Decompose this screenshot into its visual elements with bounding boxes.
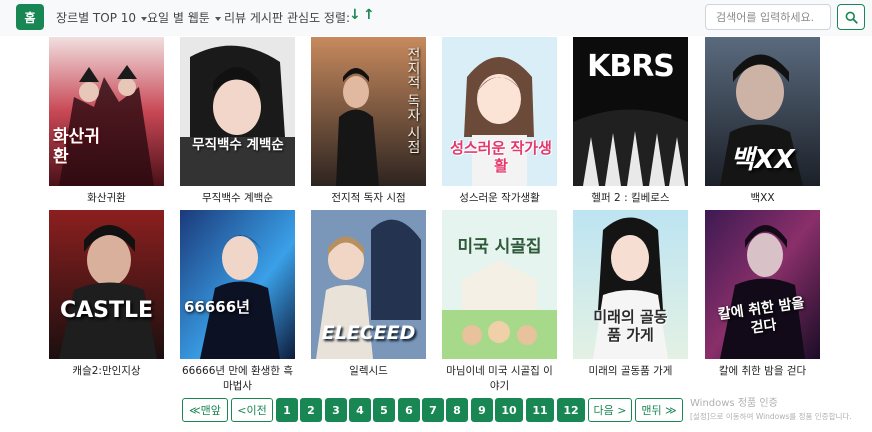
page-number-button[interactable]: 5: [373, 398, 395, 422]
webtoon-title[interactable]: 백XX: [705, 191, 820, 206]
webtoon-title[interactable]: 미래의 골동품 가게: [573, 364, 688, 379]
navbar: 홈 장르별 TOP 10 요일 별 웹툰 리뷰 게시판 관심도 정렬: ↓ ↑: [0, 0, 872, 36]
webtoon-card[interactable]: 화산귀환 화산귀환: [49, 37, 164, 206]
cover-title-text: 66666년: [184, 298, 250, 316]
cover-title-text: 전지적 독자 시점: [405, 47, 421, 154]
search-button[interactable]: [837, 4, 865, 30]
page-number-button[interactable]: 10: [495, 398, 523, 422]
webtoon-card[interactable]: 칼에 취한 밤을 걷다 칼에 취한 밤을 걷다: [705, 210, 820, 379]
cover-title-text: 미래의 골동품 가게: [593, 308, 668, 344]
webtoon-card[interactable]: CASTLE 캐슬2:만인지상: [49, 210, 164, 379]
webtoon-title[interactable]: 무직백수 계백순: [180, 191, 295, 206]
webtoon-cover[interactable]: 전지적 독자 시점: [311, 37, 426, 186]
webtoon-cover[interactable]: CASTLE: [49, 210, 164, 359]
webtoon-cover[interactable]: KBRS: [573, 37, 688, 186]
page-number-button[interactable]: 11: [526, 398, 554, 422]
webtoon-cover[interactable]: 미래의 골동품 가게: [573, 210, 688, 359]
genre-top-dropdown[interactable]: 장르별 TOP 10: [56, 9, 148, 26]
webtoon-card[interactable]: 미래의 골동품 가게 미래의 골동품 가게: [573, 210, 688, 379]
webtoon-cover[interactable]: 성스러운 작가생활: [442, 37, 557, 186]
page-first-button[interactable]: ≪맨앞: [182, 398, 228, 422]
webtoon-card[interactable]: 백XX 백XX: [705, 37, 820, 206]
webtoon-title[interactable]: 66666년 만에 환생한 흑마법사: [180, 364, 295, 394]
webtoon-cover[interactable]: 무직백수 계백순: [180, 37, 295, 186]
cover-title-text: CASTLE: [59, 298, 154, 323]
page-last-button[interactable]: 맨뒤 ≫: [635, 398, 683, 422]
cover-title-text: 성스러운 작가생활: [450, 139, 552, 175]
webtoon-title[interactable]: 화산귀환: [49, 191, 164, 206]
webtoon-cover[interactable]: 칼에 취한 밤을 걷다: [705, 210, 820, 359]
search-icon: [845, 11, 858, 24]
webtoon-cover[interactable]: 화산귀환: [49, 37, 164, 186]
sort-label: 관심도 정렬:: [287, 11, 351, 25]
page-number-button[interactable]: 2: [300, 398, 322, 422]
webtoon-title[interactable]: 일렉시드: [311, 364, 426, 379]
search-input[interactable]: [705, 4, 831, 30]
watermark-title: Windows 정품 인증: [690, 398, 778, 409]
cover-title-text: 백XX: [730, 145, 795, 175]
webtoon-title[interactable]: 헬퍼 2 : 킬베로스: [573, 191, 688, 206]
webtoon-card[interactable]: 성스러운 작가생활 성스러운 작가생활: [442, 37, 557, 206]
webtoon-card[interactable]: 66666년 66666년 만에 환생한 흑마법사: [180, 210, 295, 394]
page-number-button[interactable]: 12: [557, 398, 585, 422]
page-next-button[interactable]: 다음 >: [588, 398, 632, 422]
cover-title-text: 미국 시골집: [457, 237, 542, 257]
webtoon-title[interactable]: 성스러운 작가생활: [442, 191, 557, 206]
page-number-button[interactable]: 7: [422, 398, 444, 422]
cover-title-text: 무직백수 계백순: [192, 137, 284, 153]
cover-title-text: 화산귀환: [53, 127, 100, 167]
page-number-button[interactable]: 4: [349, 398, 371, 422]
weekday-dropdown[interactable]: 요일 별 웹툰: [147, 9, 221, 26]
webtoon-card[interactable]: KBRS 헬퍼 2 : 킬베로스: [573, 37, 688, 206]
webtoon-card[interactable]: ELECEED 일렉시드: [311, 210, 426, 379]
cover-title-text: KBRS: [587, 49, 675, 84]
webtoon-title[interactable]: 캐슬2:만인지상: [49, 364, 164, 379]
webtoon-card[interactable]: 미국 시골집 마님이네 미국 시골집 이야기: [442, 210, 557, 394]
page-number-button[interactable]: 1: [276, 398, 298, 422]
page-number-button[interactable]: 6: [398, 398, 420, 422]
webtoon-cover[interactable]: ELECEED: [311, 210, 426, 359]
caret-down-icon: [214, 16, 221, 21]
review-board-link[interactable]: 리뷰 게시판: [224, 9, 283, 26]
sort-down-arrow-icon[interactable]: ↓: [349, 7, 361, 23]
webtoon-title[interactable]: 칼에 취한 밤을 걷다: [705, 364, 820, 379]
home-button[interactable]: 홈: [16, 4, 44, 30]
windows-activation-watermark: Windows 정품 인증 [설정]으로 이동하여 Windows를 정품 인증…: [690, 397, 852, 423]
webtoon-title[interactable]: 전지적 독자 시점: [311, 191, 426, 206]
page-number-button[interactable]: 8: [446, 398, 468, 422]
page-prev-button[interactable]: <이전: [231, 398, 273, 422]
cover-title-text: ELECEED: [321, 322, 416, 344]
webtoon-cover[interactable]: 백XX: [705, 37, 820, 186]
webtoon-cover[interactable]: 66666년: [180, 210, 295, 359]
webtoon-card[interactable]: 전지적 독자 시점 전지적 독자 시점: [311, 37, 426, 206]
watermark-subtitle: [설정]으로 이동하여 Windows를 정품 인증합니다.: [690, 412, 852, 421]
weekday-label: 요일 별 웹툰: [147, 11, 210, 25]
webtoon-cover[interactable]: 미국 시골집: [442, 210, 557, 359]
webtoon-card[interactable]: 무직백수 계백순 무직백수 계백순: [180, 37, 295, 206]
page-number-button[interactable]: 9: [471, 398, 493, 422]
genre-top-label: 장르별 TOP 10: [56, 11, 137, 25]
webtoon-title[interactable]: 마님이네 미국 시골집 이야기: [442, 364, 557, 394]
page-number-button[interactable]: 3: [325, 398, 347, 422]
sort-up-arrow-icon[interactable]: ↑: [363, 7, 375, 23]
